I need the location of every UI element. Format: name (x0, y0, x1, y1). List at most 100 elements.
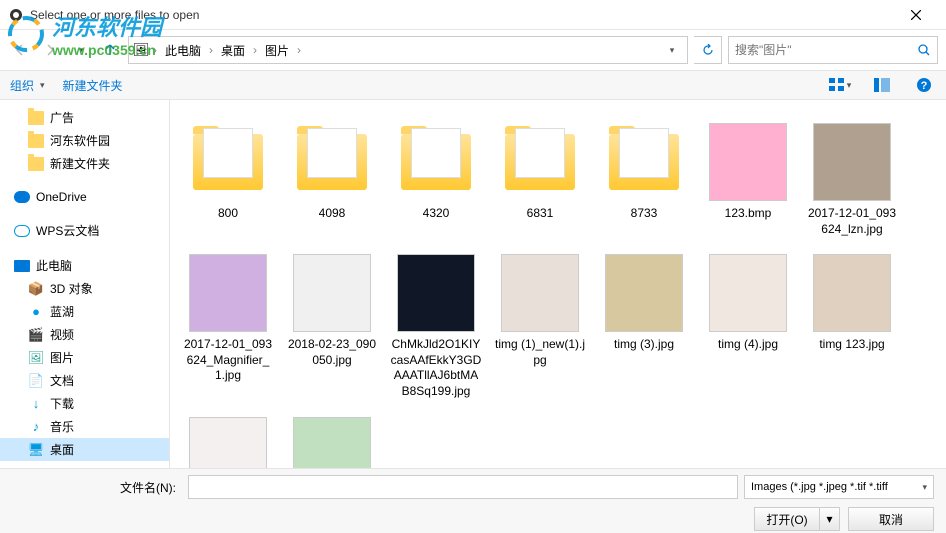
image-item[interactable]: 2017-12-01_093624_lzn.jpg (802, 118, 902, 241)
back-icon (13, 43, 27, 57)
sidebar-wps[interactable]: WPS云文档 (0, 219, 169, 242)
grid-icon (829, 78, 845, 92)
image-item[interactable]: 123.bmp (698, 118, 798, 241)
preview-pane-button[interactable] (870, 73, 894, 97)
item-label: 8733 (631, 206, 658, 222)
search-input[interactable] (735, 43, 917, 57)
close-button[interactable] (893, 1, 938, 29)
thumbnail (813, 123, 891, 201)
thumbnail (813, 254, 891, 332)
sidebar-thispc[interactable]: 此电脑 (0, 254, 169, 277)
item-label: timg (1)_new(1).jpg (494, 337, 586, 368)
folder-icon (28, 134, 44, 148)
folder-icon: 🖼 (133, 42, 149, 58)
folder-item[interactable]: 800 (178, 118, 278, 241)
thumbnail (501, 254, 579, 332)
sidebar-folder[interactable]: 新建文件夹 (0, 152, 169, 175)
sidebar-item-label: 音乐 (50, 418, 74, 435)
image-item[interactable]: 2017-12-01_093624_Magnifier_1.jpg (178, 249, 278, 403)
folder-icon (505, 134, 575, 190)
forward-button[interactable] (38, 38, 62, 62)
item-label: 2017-12-01_093624_lzn.jpg (806, 206, 898, 237)
bottom-panel: 文件名(N): Images (*.jpg *.jpeg *.tif *.tif… (0, 468, 946, 533)
sidebar-pc-item[interactable]: ↓下载 (0, 392, 169, 415)
cloud-icon (14, 191, 30, 203)
organize-menu[interactable]: 组织▾ (10, 77, 45, 94)
item-label: timg 123.jpg (819, 337, 884, 353)
image-item[interactable] (282, 412, 382, 468)
sidebar-pc-item[interactable]: 🎬视频 (0, 323, 169, 346)
window-title: Select one or more files to open (30, 8, 893, 22)
folder-item[interactable]: 6831 (490, 118, 590, 241)
image-item[interactable]: timg 123.jpg (802, 249, 902, 403)
image-item[interactable] (178, 412, 278, 468)
sidebar-pc-item[interactable]: 🖥桌面 (0, 438, 169, 461)
view-icons-button[interactable]: ▾ (828, 73, 852, 97)
crumb-current[interactable]: 图片 (261, 40, 293, 61)
thumbnail (605, 254, 683, 332)
folder-icon (401, 134, 471, 190)
path-breadcrumb[interactable]: 🖼 › 此电脑 › 桌面 › 图片 › ▾ (128, 36, 688, 64)
filename-input[interactable] (188, 475, 738, 499)
thumbnail (293, 254, 371, 332)
sidebar-item-label: 广告 (50, 109, 74, 126)
chevron-down-icon[interactable]: ▾ (819, 508, 839, 530)
item-label: timg (3).jpg (614, 337, 674, 353)
folder-item[interactable]: 8733 (594, 118, 694, 241)
crumb-desktop[interactable]: 桌面 (217, 40, 249, 61)
close-icon (911, 10, 921, 20)
cancel-button[interactable]: 取消 (848, 507, 934, 531)
folder-item[interactable]: 4320 (386, 118, 486, 241)
sidebar-pc-item[interactable]: ♪音乐 (0, 415, 169, 438)
item-icon: 📄 (28, 373, 44, 389)
image-item[interactable]: timg (4).jpg (698, 249, 798, 403)
sidebar-folder[interactable]: 河东软件园 (0, 129, 169, 152)
path-dropdown[interactable]: ▾ (659, 38, 683, 62)
search-icon (917, 43, 931, 57)
thumbnail (189, 254, 267, 332)
new-folder-button[interactable]: 新建文件夹 (63, 77, 123, 94)
image-item[interactable]: 2018-02-23_090050.jpg (282, 249, 382, 403)
crumb-thispc[interactable]: 此电脑 (161, 40, 205, 61)
folder-icon (193, 134, 263, 190)
folder-icon (297, 134, 367, 190)
filetype-filter[interactable]: Images (*.jpg *.jpeg *.tif *.tiff▾ (744, 475, 934, 499)
sidebar-onedrive[interactable]: OneDrive (0, 187, 169, 207)
sidebar-item-label: 新建文件夹 (50, 155, 110, 172)
sidebar-item-label: 蓝湖 (50, 303, 74, 320)
sidebar-item-label: 下载 (50, 395, 74, 412)
sidebar-folder[interactable]: 广告 (0, 106, 169, 129)
sidebar-pc-item[interactable]: 📄 文档 (0, 369, 169, 392)
thumbnail (293, 417, 371, 468)
image-item[interactable]: timg (1)_new(1).jpg (490, 249, 590, 403)
folder-item[interactable]: 4098 (282, 118, 382, 241)
up-button[interactable] (98, 38, 122, 62)
filename-label: 文件名(N): (12, 479, 182, 496)
search-box[interactable] (728, 36, 938, 64)
sidebar-pc-item[interactable]: 📦3D 对象 (0, 277, 169, 300)
refresh-button[interactable] (694, 36, 722, 64)
back-button[interactable] (8, 38, 32, 62)
sidebar-item-label: 文档 (50, 372, 74, 389)
item-label: 2018-02-23_090050.jpg (286, 337, 378, 368)
forward-icon (43, 43, 57, 57)
item-icon: 📦 (28, 281, 44, 297)
sidebar-pc-item[interactable]: 🖼图片 (0, 346, 169, 369)
item-icon: 🖥 (28, 442, 44, 458)
item-label: 2017-12-01_093624_Magnifier_1.jpg (182, 337, 274, 384)
item-icon: 🎬 (28, 327, 44, 343)
sidebar-pc-item[interactable]: ●蓝湖 (0, 300, 169, 323)
chevron-right-icon: › (151, 43, 159, 57)
file-list[interactable]: 800409843206831 8733 123.bmp 2017-12-01_093… (170, 100, 946, 468)
pc-icon (14, 260, 30, 272)
sidebar[interactable]: 广告河东软件园新建文件夹 OneDrive WPS云文档 此电脑 📦3D 对象●… (0, 100, 170, 468)
open-button[interactable]: 打开(O) ▾ (754, 507, 840, 531)
item-label: ChMkJld2O1KIYcasAAfEkkY3GDAAATllAJ6btMAB… (390, 337, 482, 399)
image-item[interactable]: timg (3).jpg (594, 249, 694, 403)
image-item[interactable]: ChMkJld2O1KIYcasAAfEkkY3GDAAATllAJ6btMAB… (386, 249, 486, 403)
help-button[interactable]: ? (912, 73, 936, 97)
chevron-right-icon: › (207, 43, 215, 57)
refresh-icon (702, 44, 714, 56)
recent-button[interactable]: ▾ (68, 38, 92, 62)
thumbnail (709, 254, 787, 332)
